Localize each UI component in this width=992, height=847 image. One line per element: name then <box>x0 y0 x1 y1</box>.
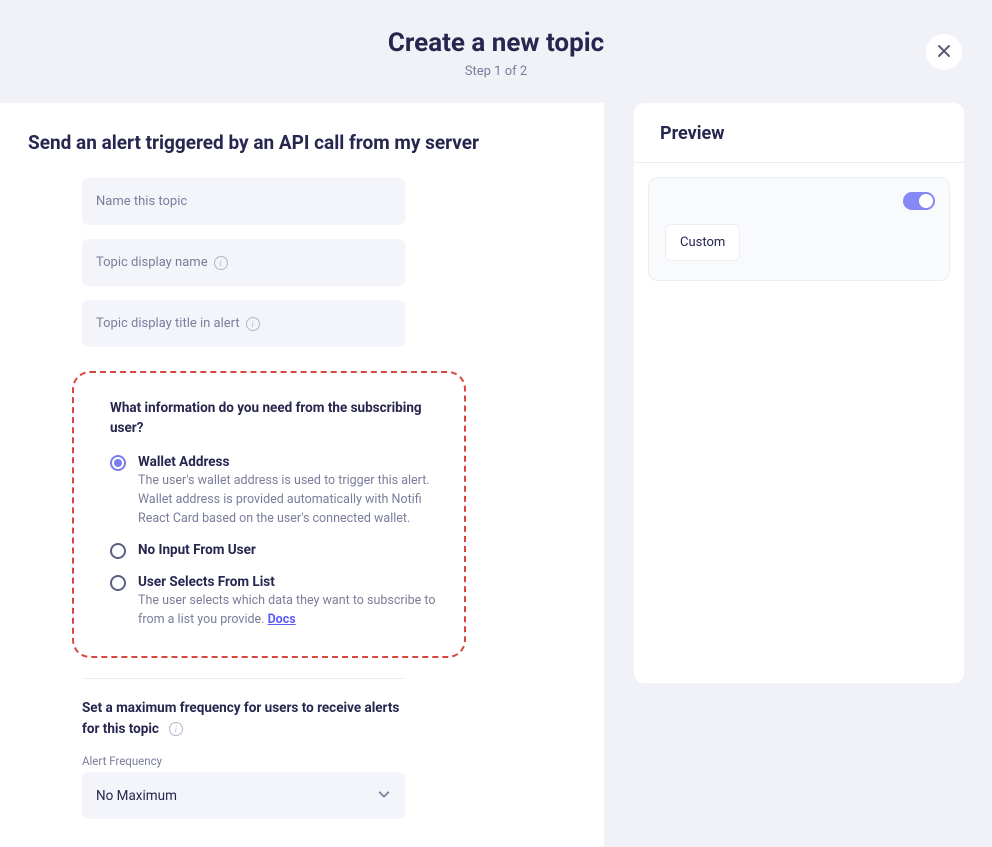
preview-panel: Preview Custom <box>634 103 964 683</box>
form-title: Send an alert triggered by an API call f… <box>28 131 576 154</box>
close-button[interactable] <box>926 34 962 70</box>
radio-title: No Input From User <box>138 542 444 558</box>
input-placeholder: Name this topic <box>96 194 187 209</box>
layout: Send an alert triggered by an API call f… <box>0 103 992 847</box>
form-panel: Send an alert triggered by an API call f… <box>0 103 604 847</box>
radio-option-list[interactable]: User Selects From List The user selects … <box>110 574 444 630</box>
radio-title: User Selects From List <box>138 574 444 590</box>
close-icon <box>936 43 952 62</box>
radio-selected-dot <box>114 459 122 467</box>
frequency-sublabel: Alert Frequency <box>82 754 405 768</box>
topic-name-input[interactable]: Name this topic <box>82 178 405 225</box>
topic-display-name-input[interactable]: Topic display name <box>82 239 405 286</box>
modal-title: Create a new topic <box>0 28 992 58</box>
select-value: No Maximum <box>96 788 177 804</box>
toggle-switch[interactable] <box>903 192 935 210</box>
frequency-label: Set a maximum frequency for users to rec… <box>82 700 399 738</box>
info-icon[interactable] <box>214 256 228 270</box>
radio-content: User Selects From List The user selects … <box>138 574 444 630</box>
radio-description: The user selects which data they want to… <box>138 592 444 630</box>
frequency-select[interactable]: No Maximum <box>82 772 405 819</box>
preview-chip: Custom <box>665 224 740 261</box>
radio-button[interactable] <box>110 455 126 471</box>
docs-link[interactable]: Docs <box>268 612 296 627</box>
preview-body: Custom <box>634 163 964 683</box>
user-info-question-box: What information do you need from the su… <box>72 371 466 658</box>
modal-header: Create a new topic Step 1 of 2 <box>0 0 992 103</box>
radio-button[interactable] <box>110 575 126 591</box>
chevron-down-icon <box>377 786 391 805</box>
radio-option-none[interactable]: No Input From User <box>110 542 444 560</box>
input-placeholder: Topic display name <box>96 255 208 270</box>
info-icon[interactable] <box>169 722 183 736</box>
preview-title: Preview <box>660 123 938 144</box>
preview-header: Preview <box>634 103 964 163</box>
radio-content: No Input From User <box>138 542 444 560</box>
question-label: What information do you need from the su… <box>110 399 444 438</box>
radio-content: Wallet Address The user's wallet address… <box>138 454 444 528</box>
divider <box>82 678 405 679</box>
radio-option-wallet[interactable]: Wallet Address The user's wallet address… <box>110 454 444 528</box>
frequency-section: Set a maximum frequency for users to rec… <box>82 697 405 819</box>
step-indicator: Step 1 of 2 <box>0 64 992 79</box>
topic-display-title-input[interactable]: Topic display title in alert <box>82 300 405 347</box>
radio-title: Wallet Address <box>138 454 444 470</box>
radio-button[interactable] <box>110 543 126 559</box>
preview-card: Custom <box>648 177 950 281</box>
radio-description: The user's wallet address is used to tri… <box>138 472 444 528</box>
input-placeholder: Topic display title in alert <box>96 316 240 331</box>
info-icon[interactable] <box>246 317 260 331</box>
